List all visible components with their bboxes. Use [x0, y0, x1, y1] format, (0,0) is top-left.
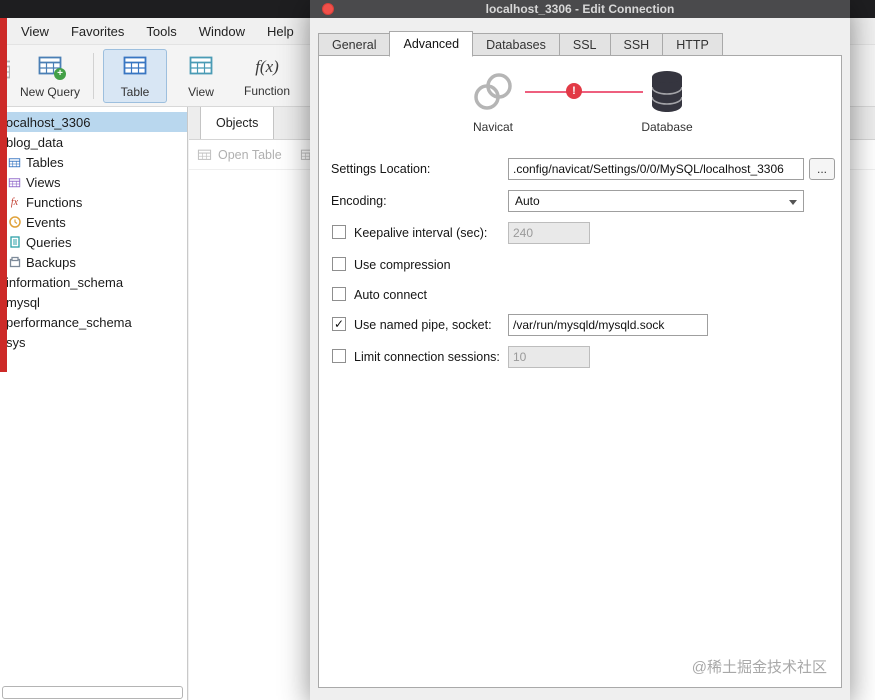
named-pipe-input[interactable] [508, 314, 708, 336]
dialog-title: localhost_3306 - Edit Connection [485, 2, 675, 16]
edit-connection-dialog: localhost_3306 - Edit Connection General… [310, 0, 850, 700]
limit-sessions-checkbox[interactable] [332, 349, 346, 363]
navicat-logo-icon [471, 70, 515, 119]
diagram-target-label: Database [641, 120, 693, 134]
sidebar-item-label: Queries [26, 234, 72, 250]
dialog-panel: Navicat ! Database Settings Location: ..… [318, 55, 842, 688]
sidebar-item-information-schema[interactable]: information_schema [0, 272, 187, 292]
auto-connect-label: Auto connect [354, 288, 427, 302]
menu-view[interactable]: View [10, 24, 60, 39]
sidebar-item-mysql[interactable]: mysql [0, 292, 187, 312]
sidebar-item-label: sys [6, 334, 26, 350]
connection-tree-sidebar: localhost_3306 blog_data Tables Views fx Func… [0, 107, 188, 700]
encoding-value: Auto [515, 194, 540, 208]
sidebar-item-blog-data[interactable]: blog_data [0, 132, 187, 152]
connection-error-icon: ! [566, 83, 582, 99]
menu-tools[interactable]: Tools [135, 24, 187, 39]
menu-help[interactable]: Help [256, 24, 305, 39]
menu-favorites[interactable]: Favorites [60, 24, 135, 39]
sidebar-item-label: Events [26, 214, 66, 230]
events-icon [8, 216, 21, 229]
dialog-tab-bar: General Advanced Databases SSL SSH HTTP [318, 31, 850, 57]
toolbar-separator [93, 52, 94, 99]
toolbar-button-function[interactable]: f(x) Function [235, 49, 299, 103]
sidebar-item-label: localhost_3306 [3, 114, 91, 130]
keepalive-input[interactable] [508, 222, 590, 244]
auto-connect-checkbox[interactable] [332, 287, 346, 301]
sidebar-item-label: information_schema [6, 274, 124, 290]
views-icon [8, 176, 21, 189]
settings-location-label: Settings Location: [331, 162, 431, 176]
encoding-label: Encoding: [331, 194, 387, 208]
browse-button[interactable]: ... [809, 158, 835, 180]
sidebar-item-performance-schema[interactable]: performance_schema [0, 312, 187, 332]
toolbar-button-label: New Query [19, 85, 81, 99]
use-compression-checkbox[interactable] [332, 257, 346, 271]
connection-diagram: Navicat ! Database [459, 70, 719, 146]
chevron-down-icon [789, 200, 797, 205]
sidebar-item-backups[interactable]: Backups [0, 252, 187, 272]
dialog-titlebar[interactable]: localhost_3306 - Edit Connection [310, 0, 850, 18]
limit-sessions-input[interactable] [508, 346, 590, 368]
new-query-icon: + [37, 52, 66, 81]
backups-icon [8, 256, 21, 269]
dialog-tab-databases[interactable]: Databases [472, 33, 560, 56]
tab-objects-label: Objects [216, 116, 259, 130]
sidebar-item-sys[interactable]: sys [0, 332, 187, 352]
use-compression-label: Use compression [354, 258, 451, 272]
dialog-tab-ssh[interactable]: SSH [609, 33, 664, 56]
dialog-tab-advanced[interactable]: Advanced [389, 31, 474, 57]
keepalive-checkbox[interactable] [332, 225, 346, 239]
plus-icon: + [54, 68, 66, 80]
database-icon [647, 68, 687, 121]
toolbar-button-new-query[interactable]: + New Query [18, 49, 82, 103]
menu-window[interactable]: Window [188, 24, 256, 39]
sidebar-item-label: Views [26, 174, 61, 190]
sidebar-item-functions[interactable]: fx Functions [0, 192, 187, 212]
sidebar-item-events[interactable]: Events [0, 212, 187, 232]
limit-sessions-label: Limit connection sessions: [354, 350, 500, 364]
keepalive-label: Keepalive interval (sec): [354, 226, 488, 240]
tab-objects[interactable]: Objects [200, 107, 275, 139]
sidebar-horizontal-scrollbar[interactable] [2, 686, 183, 699]
sidebar-item-views[interactable]: Views [0, 172, 187, 192]
named-pipe-label: Use named pipe, socket: [354, 318, 492, 332]
tables-icon [8, 156, 21, 169]
close-icon[interactable] [322, 3, 334, 15]
toolbar-button-label: Function [243, 83, 291, 98]
sidebar-item-label: mysql [6, 294, 40, 310]
dialog-tab-ssl[interactable]: SSL [558, 33, 611, 56]
sidebar-item-label: Tables [26, 154, 64, 170]
settings-location-input[interactable] [508, 158, 804, 180]
sidebar-item-label: performance_schema [6, 314, 132, 330]
functions-icon: fx [10, 196, 19, 208]
sidebar-item-tables[interactable]: Tables [0, 152, 187, 172]
dialog-tab-http[interactable]: HTTP [662, 33, 723, 56]
encoding-dropdown[interactable]: Auto [508, 190, 804, 212]
sidebar-item-label: blog_data [6, 134, 64, 150]
connection-line [525, 91, 643, 93]
view-icon [188, 52, 214, 81]
sidebar-item-label: Backups [26, 254, 76, 270]
watermark: @稀土掘金技术社区 [691, 659, 827, 676]
table-icon [122, 52, 148, 81]
queries-icon [8, 236, 21, 249]
sidebar-item-label: Functions [26, 194, 83, 210]
diagram-source-label: Navicat [472, 120, 513, 134]
named-pipe-checkbox[interactable]: ✓ [332, 317, 346, 331]
dialog-tab-general[interactable]: General [318, 33, 391, 56]
sidebar-item-queries[interactable]: Queries [0, 232, 187, 252]
sidebar-item-localhost-3306[interactable]: localhost_3306 [0, 112, 187, 132]
toolbar-button-view[interactable]: View [169, 49, 233, 103]
red-edge-strip [0, 18, 7, 372]
open-table-button[interactable]: Open Table [218, 148, 282, 162]
function-icon: f(x) [255, 56, 279, 76]
open-table-icon [197, 147, 212, 162]
toolbar-button-label: Table [120, 85, 150, 99]
toolbar-button-table[interactable]: Table [103, 48, 167, 103]
toolbar-button-label: View [188, 85, 214, 99]
